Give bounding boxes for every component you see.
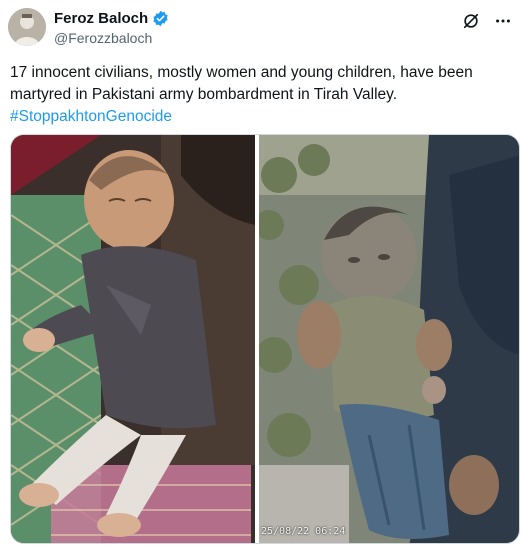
- author-handle[interactable]: @Ferozzbaloch: [54, 30, 152, 46]
- photo-left[interactable]: [11, 135, 255, 543]
- tweet-body: 17 innocent civilians, mostly women and …: [10, 64, 473, 103]
- author-display-name[interactable]: Feroz Baloch: [54, 10, 148, 27]
- more-dots-icon[interactable]: [494, 12, 512, 30]
- hashtag-link[interactable]: #StoppakhtonGenocide: [10, 106, 510, 128]
- tweet-card[interactable]: Feroz Baloch @Ferozzbaloch 17 innocent c…: [0, 0, 522, 547]
- grok-icon[interactable]: [462, 12, 480, 30]
- photo-timestamp: 25/08/22 06:24: [261, 526, 346, 537]
- verified-badge-icon: [152, 10, 169, 27]
- media-gallery[interactable]: 25/08/22 06:24: [10, 134, 520, 544]
- tweet-text: 17 innocent civilians, mostly women and …: [10, 62, 510, 128]
- photo-right[interactable]: 25/08/22 06:24: [259, 135, 519, 543]
- avatar[interactable]: [8, 8, 46, 46]
